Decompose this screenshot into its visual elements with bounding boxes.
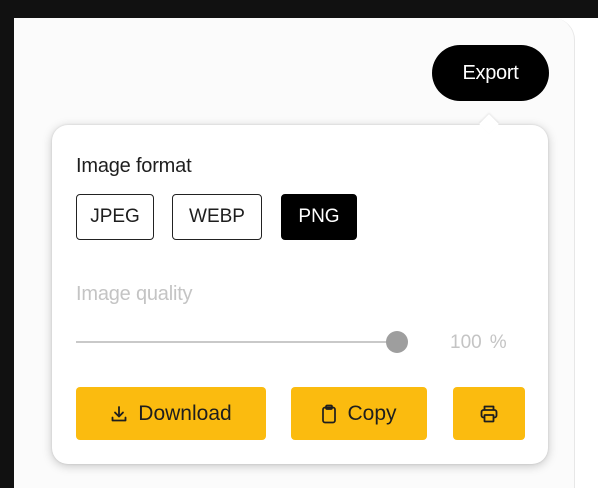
format-webp-chip[interactable]: WEBP xyxy=(172,194,262,240)
clipboard-icon xyxy=(321,404,337,424)
print-button[interactable] xyxy=(453,387,525,440)
export-button[interactable]: Export xyxy=(432,45,549,101)
quality-slider-thumb[interactable] xyxy=(386,331,408,353)
quality-unit: % xyxy=(489,332,507,353)
print-icon xyxy=(479,404,499,424)
download-icon xyxy=(110,405,128,423)
copy-label: Copy xyxy=(347,401,397,425)
download-button[interactable]: Download xyxy=(76,387,266,440)
copy-button[interactable]: Copy xyxy=(291,387,427,440)
format-png-chip[interactable]: PNG xyxy=(281,194,357,240)
quality-slider-track[interactable] xyxy=(76,341,398,343)
quality-number: 100 xyxy=(450,332,482,353)
quality-value: 100% xyxy=(450,332,507,354)
format-jpeg-chip[interactable]: JPEG xyxy=(76,194,154,240)
image-quality-label: Image quality xyxy=(76,283,193,305)
image-format-label: Image format xyxy=(76,155,192,177)
export-popover: Image format JPEG WEBP PNG Image quality… xyxy=(52,125,548,464)
download-label: Download xyxy=(138,401,232,425)
